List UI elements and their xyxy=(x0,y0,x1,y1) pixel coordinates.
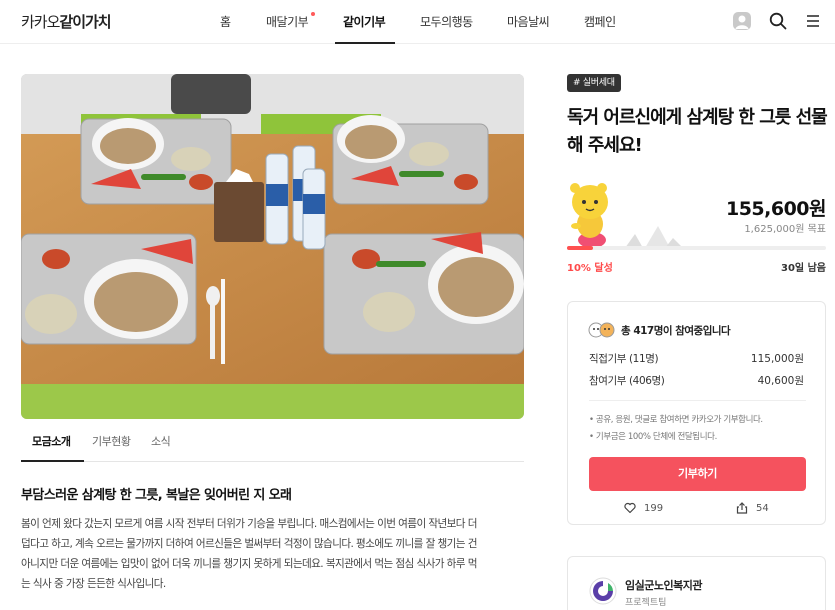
donation-note: • 기부금은 100% 단체에 전달됩니다. xyxy=(589,432,717,442)
percent-achieved: 10% 달성 xyxy=(567,263,613,274)
story-line: 덥다고 하고, 계속 오르는 물가까지 더하여 어르신들은 벌써부터 걱정이 많… xyxy=(21,538,477,550)
share-icon xyxy=(736,502,748,514)
nav-action[interactable]: 모두의행동 xyxy=(420,13,473,30)
category-tag[interactable]: # 실버세대 xyxy=(567,74,621,92)
menu-icon[interactable] xyxy=(803,11,823,31)
raised-amount: 155,600원 xyxy=(725,198,827,220)
donation-card: 총 417명이 참여중입니다 직접기부 (11명) 115,000원 참여기부 … xyxy=(567,301,826,525)
participant-avatars-icon xyxy=(588,322,615,338)
like-button[interactable]: 199 xyxy=(624,502,663,514)
progress-bar xyxy=(567,246,826,250)
nav-new-dot xyxy=(311,12,315,16)
organization-card[interactable]: 임실군노인복지관 프로젝트팀 xyxy=(567,556,826,610)
days-left: 30일 남음 xyxy=(781,263,826,274)
organization-type: 프로젝트팀 xyxy=(625,598,667,608)
top-header: 카카오같이가치 홈 매달기부 같이기부 모두의행동 마음날씨 캠페인 xyxy=(0,0,835,44)
participation-donation-value: 40,600원 xyxy=(757,375,804,387)
story-body: 봄이 언제 왔다 갔는지 모르게 여름 시작 전부터 더위가 기승을 부립니다.… xyxy=(21,514,526,594)
participation-donation-label: 참여기부 (406명) xyxy=(589,375,665,387)
content-tabs: 모금소개 기부현황 소식 xyxy=(21,420,524,462)
share-count: 54 xyxy=(756,503,769,514)
campaign-title: 독거 어르신에게 삼계탕 한 그릇 선물해 주세요! xyxy=(567,107,828,156)
main-nav: 홈 매달기부 같이기부 모두의행동 마음날씨 캠페인 xyxy=(0,0,835,44)
heart-icon xyxy=(624,502,636,514)
direct-donation-label: 직접기부 (11명) xyxy=(589,353,659,365)
card-divider xyxy=(589,400,806,401)
user-avatar-icon[interactable] xyxy=(732,11,752,31)
participant-count: 총 417명이 참여중입니다 xyxy=(621,325,731,337)
campaign-photo xyxy=(21,74,524,419)
story-line: 아니지만 더운 여름에는 입맛이 없어 더욱 끼니를 챙기지 못하게 되는데요.… xyxy=(21,558,477,570)
like-count: 199 xyxy=(644,503,664,514)
tab-news[interactable]: 소식 xyxy=(151,433,171,449)
story-line: 봄이 언제 왔다 갔는지 모르게 여름 시작 전부터 더위가 기승을 부립니다.… xyxy=(21,518,477,530)
character-illustration xyxy=(570,183,608,248)
tab-story[interactable]: 모금소개 xyxy=(32,433,71,449)
organization-logo-icon xyxy=(589,577,617,605)
share-button[interactable]: 54 xyxy=(736,502,769,514)
organization-name: 임실군노인복지관 xyxy=(625,579,702,592)
goal-amount: 1,625,000원 목표 xyxy=(744,224,826,235)
nav-home[interactable]: 홈 xyxy=(220,13,231,30)
mountain-illustration xyxy=(625,226,683,248)
tab-status[interactable]: 기부현황 xyxy=(92,433,131,449)
nav-campaign[interactable]: 캠페인 xyxy=(584,13,616,30)
nav-weather[interactable]: 마음날씨 xyxy=(507,13,550,30)
search-icon[interactable] xyxy=(768,11,788,31)
donation-note: • 공유, 응원, 댓글로 참여하면 카카오가 기부합니다. xyxy=(589,415,763,425)
donate-button[interactable]: 기부하기 xyxy=(589,457,806,491)
nav-together[interactable]: 같이기부 xyxy=(343,13,386,30)
nav-monthly[interactable]: 매달기부 xyxy=(266,13,309,30)
nav-active-underline xyxy=(335,42,395,44)
story-line: 는 식사 중 가장 든든한 식사입니다. xyxy=(21,578,166,590)
progress-fill xyxy=(567,246,593,250)
tab-active-underline xyxy=(21,460,84,462)
story-title: 부담스러운 삼계탕 한 그릇, 복날은 잊어버린 지 오래 xyxy=(21,488,292,503)
direct-donation-value: 115,000원 xyxy=(750,353,804,365)
